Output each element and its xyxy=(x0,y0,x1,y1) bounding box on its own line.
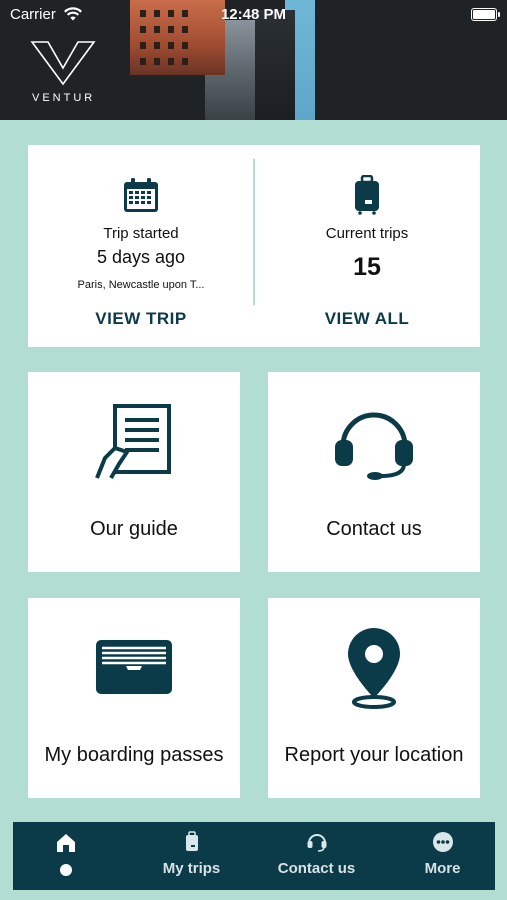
trip-started-label: Trip started xyxy=(103,225,179,242)
nav-contact-us-label: Contact us xyxy=(277,860,356,877)
contact-us-tile[interactable]: Contact us xyxy=(268,372,480,572)
calendar-icon xyxy=(124,178,158,212)
boarding-pass-icon xyxy=(96,640,172,694)
headset-icon xyxy=(307,834,326,852)
nav-more-label: More xyxy=(424,860,461,877)
nav-home[interactable] xyxy=(13,822,118,890)
header-building xyxy=(255,10,295,120)
nav-my-trips-label: My trips xyxy=(162,860,221,877)
battery-icon xyxy=(471,8,500,21)
boarding-passes-tile[interactable]: My boarding passes xyxy=(28,598,240,798)
bottom-nav: My trips Contact us More xyxy=(13,822,495,890)
home-icon xyxy=(56,834,75,852)
our-guide-label: Our guide xyxy=(90,518,178,540)
luggage-icon xyxy=(355,175,379,215)
view-all-button[interactable]: VIEW ALL xyxy=(254,309,480,329)
trip-started-value: 5 days ago xyxy=(96,247,186,267)
current-trips-count: 15 xyxy=(353,253,381,281)
trip-summary-card: Trip started 5 days ago Paris, Newcastle… xyxy=(28,145,480,347)
luggage-icon xyxy=(185,831,198,851)
location-pin-icon xyxy=(348,628,400,709)
contact-us-label: Contact us xyxy=(326,518,422,540)
guide-icon xyxy=(95,404,171,479)
active-indicator-dot xyxy=(59,864,72,876)
view-trip-button[interactable]: VIEW TRIP xyxy=(28,309,254,329)
trip-started-section: Trip started 5 days ago Paris, Newcastle… xyxy=(28,145,254,347)
status-bar: Carrier 12:48 PM xyxy=(0,4,507,24)
clock: 12:48 PM xyxy=(220,6,287,23)
ventur-logo-icon xyxy=(30,41,96,86)
more-icon xyxy=(432,832,453,852)
headset-icon xyxy=(335,412,413,480)
current-trips-section: Current trips 15 VIEW ALL xyxy=(254,145,480,347)
nav-contact-us[interactable]: Contact us xyxy=(259,822,374,890)
current-trips-label: Current trips xyxy=(325,225,409,242)
logo-wordmark: VENTUR xyxy=(32,92,96,104)
trip-locations: Paris, Newcastle upon T... xyxy=(77,279,205,291)
report-location-label: Report your location xyxy=(284,744,464,766)
nav-my-trips[interactable]: My trips xyxy=(139,822,244,890)
boarding-passes-label: My boarding passes xyxy=(44,744,224,766)
our-guide-tile[interactable]: Our guide xyxy=(28,372,240,572)
report-location-tile[interactable]: Report your location xyxy=(268,598,480,798)
nav-more[interactable]: More xyxy=(390,822,495,890)
header: Carrier 12:48 PM VENTUR xyxy=(0,0,507,120)
